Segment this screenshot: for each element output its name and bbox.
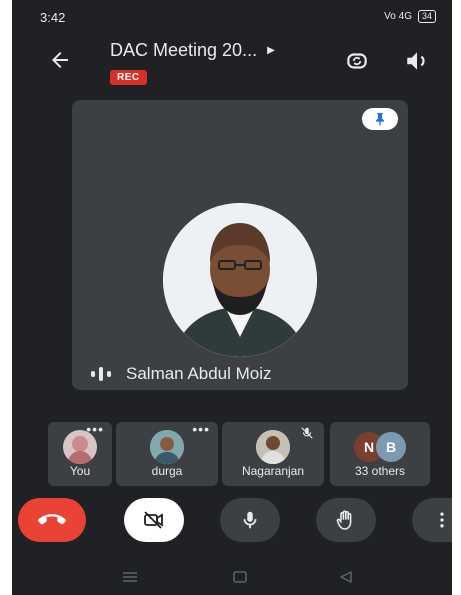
meet-call-screen: 3:42 Vo 4G 34 DAC Meeting 20... ▶ REC Sa…	[12, 0, 452, 595]
participant-tile-others[interactable]: N B 33 others	[330, 422, 430, 486]
participant-tile-nagaranjan[interactable]: Nagaranjan	[222, 422, 324, 486]
nav-menu-icon[interactable]	[120, 570, 140, 584]
avatar	[150, 430, 184, 464]
status-time: 3:42	[40, 10, 66, 25]
pin-button[interactable]	[362, 108, 398, 130]
participant-name: Nagaranjan	[241, 464, 305, 478]
status-icons: Vo 4G 34	[384, 10, 436, 23]
nav-back-icon[interactable]	[336, 570, 356, 584]
battery-indicator: 34	[417, 10, 436, 23]
raise-hand-button[interactable]	[316, 498, 376, 542]
speaker-icon[interactable]	[404, 48, 430, 74]
raise-hand-icon	[336, 510, 352, 530]
speaker-avatar	[163, 203, 317, 357]
speaker-name: Salman Abdul Moiz	[126, 364, 272, 383]
mic-icon	[243, 511, 257, 529]
avatar-initial: B	[376, 432, 406, 462]
more-options-button[interactable]	[412, 498, 452, 542]
more-dots-icon[interactable]: •••	[192, 422, 210, 436]
participant-name: 33 others	[354, 464, 406, 478]
meeting-title: DAC Meeting 20...	[110, 40, 258, 60]
signal-text: Vo 4G	[384, 11, 412, 22]
nav-home-icon[interactable]	[230, 570, 250, 584]
end-call-icon	[38, 514, 66, 525]
rec-badge: REC	[110, 70, 147, 85]
participant-tile-durga[interactable]: ••• durga	[116, 422, 218, 486]
camera-off-icon	[144, 511, 163, 529]
back-arrow-icon[interactable]	[48, 48, 72, 72]
switch-camera-icon[interactable]	[344, 48, 370, 74]
avatar	[256, 430, 290, 464]
meeting-title-button[interactable]: DAC Meeting 20... ▶	[110, 40, 275, 61]
more-options-icon	[440, 512, 444, 528]
avatar	[63, 430, 97, 464]
mic-toggle-button[interactable]	[220, 498, 280, 542]
participant-name: durga	[151, 464, 183, 478]
speaker-label: Salman Abdul Moiz	[90, 364, 272, 384]
end-call-button[interactable]	[18, 498, 86, 542]
main-speaker-tile[interactable]: Salman Abdul Moiz	[72, 100, 408, 390]
mic-off-icon	[301, 427, 313, 439]
audio-level-icon	[91, 367, 111, 381]
caret-right-icon: ▶	[267, 45, 275, 56]
camera-toggle-button[interactable]	[124, 498, 184, 542]
pin-icon	[376, 113, 384, 126]
participant-tile-you[interactable]: ••• You	[48, 422, 112, 486]
participant-name: You	[69, 464, 91, 478]
